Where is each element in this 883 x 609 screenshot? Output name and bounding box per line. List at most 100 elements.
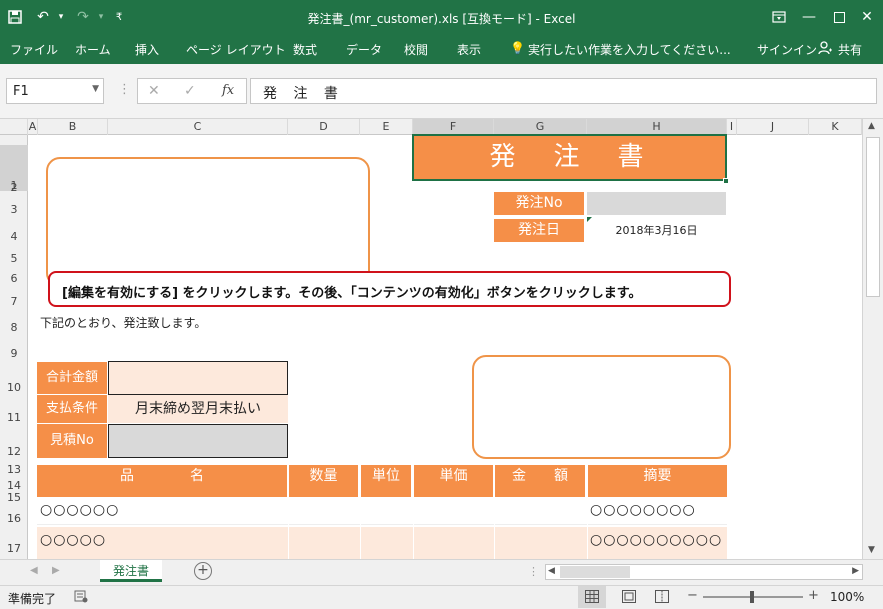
tab-data[interactable]: データ (346, 41, 382, 58)
column-header-f[interactable]: F (413, 119, 494, 135)
cancel-entry-icon[interactable]: ✕ (148, 83, 160, 99)
row-header-13[interactable]: 13 (0, 463, 28, 476)
tab-formulas[interactable]: 数式 (293, 41, 317, 58)
tab-review[interactable]: 校閲 (404, 41, 428, 58)
normal-view-button[interactable] (578, 586, 606, 608)
column-header-j[interactable]: J (737, 119, 809, 135)
sheet-tab-order[interactable]: 発注書 (100, 560, 162, 582)
row-header-11[interactable]: 11 (0, 411, 28, 424)
row-headers: 1 2 3 4 5 6 7 8 9 10 11 12 13 14 15 16 1… (0, 135, 28, 559)
col-note-header: 摘要 (588, 465, 727, 497)
zoom-slider[interactable] (703, 591, 803, 603)
note-cell[interactable]: ○○○○○○○○ (590, 502, 696, 518)
select-all-corner[interactable] (0, 119, 28, 135)
column-header-c[interactable]: C (108, 119, 288, 135)
enter-entry-icon[interactable]: ✓ (184, 83, 196, 99)
note-cell[interactable]: ○○○○○○○○○○ (590, 532, 722, 548)
tab-view[interactable]: 表示 (457, 41, 481, 58)
row-header-2[interactable]: 2 (0, 181, 28, 194)
row-header-3[interactable]: 3 (0, 203, 28, 216)
order-no-value[interactable] (587, 192, 726, 215)
fill-handle[interactable] (723, 178, 729, 184)
ribbon-display-options-icon[interactable] (768, 6, 790, 28)
next-sheet-icon[interactable]: ▶ (52, 565, 60, 576)
prev-sheet-icon[interactable]: ◀ (30, 565, 38, 576)
column-header-k[interactable]: K (809, 119, 862, 135)
table-row[interactable]: ○○○○○ ○○○○○○○○○○ (37, 527, 727, 559)
column-header-h[interactable]: H (587, 119, 727, 135)
page-break-view-icon[interactable] (655, 590, 669, 606)
zoom-level[interactable]: 100% (830, 590, 864, 604)
macro-record-icon[interactable] (74, 589, 88, 606)
tab-insert[interactable]: 挿入 (135, 41, 159, 58)
column-header-d[interactable]: D (288, 119, 360, 135)
scroll-left-icon[interactable]: ◀ (548, 566, 555, 576)
intro-text: 下記のとおり、発注致します。 (40, 316, 207, 330)
column-header-e[interactable]: E (360, 119, 413, 135)
row-header-8[interactable]: 8 (0, 321, 28, 334)
payment-terms-label: 支払条件 (37, 395, 107, 423)
column-header-b[interactable]: B (38, 119, 108, 135)
vertical-scrollbar[interactable]: ▲ ▼ (862, 119, 883, 559)
enable-editing-notice: [編集を有効にする] をクリックします。その後、「コンテンツの有効化」ボタンをク… (48, 271, 731, 307)
row-header-17[interactable]: 17 (0, 542, 28, 555)
row-header-9[interactable]: 9 (0, 347, 28, 360)
row-header-10[interactable]: 10 (0, 381, 28, 394)
tab-home[interactable]: ホーム (75, 41, 111, 58)
row-header-7[interactable]: 7 (0, 295, 28, 308)
row-header-15[interactable]: 15 (0, 491, 28, 504)
zoom-in-icon[interactable]: + (808, 588, 819, 603)
scroll-up-icon[interactable]: ▲ (868, 121, 875, 131)
tab-split-handle-icon[interactable]: ⋮ (528, 565, 539, 578)
column-header-i[interactable]: I (727, 119, 737, 135)
tab-file[interactable]: ファイル (10, 41, 58, 58)
scroll-right-icon[interactable]: ▶ (852, 566, 859, 576)
status-bar: 準備完了 − + 100% (0, 585, 883, 609)
vertical-scroll-thumb[interactable] (866, 137, 880, 297)
col-item-name-header: 品 名 (37, 465, 287, 497)
tab-page-layout[interactable]: ページ レイアウト (186, 41, 286, 58)
address-shape[interactable] (46, 157, 370, 287)
name-box-dropdown-icon[interactable]: ▼ (92, 84, 99, 94)
row-header-6[interactable]: 6 (0, 272, 28, 285)
tell-me-box[interactable]: 実行したい作業を入力してください... (528, 41, 731, 58)
signin-link[interactable]: サインイン (757, 41, 817, 58)
maximize-icon[interactable] (828, 6, 850, 28)
scroll-down-icon[interactable]: ▼ (868, 545, 875, 555)
table-col-divider (288, 497, 289, 559)
stamp-shape[interactable] (472, 355, 731, 459)
column-header-a[interactable]: A (28, 119, 38, 135)
page-layout-view-icon[interactable] (622, 590, 636, 606)
col-quantity-header: 数量 (289, 465, 358, 497)
row-header-4[interactable]: 4 (0, 230, 28, 243)
formula-input[interactable]: 発 注 書 (250, 78, 877, 104)
name-box[interactable]: F1 ▼ (6, 78, 104, 104)
table-col-divider (360, 497, 361, 559)
table-col-divider (587, 497, 588, 559)
table-col-divider (413, 497, 414, 559)
item-name-cell[interactable]: ○○○○○ (40, 532, 106, 548)
close-icon[interactable]: ✕ (856, 6, 878, 28)
minimize-icon[interactable]: — (798, 6, 820, 28)
col-unit-header: 単位 (361, 465, 411, 497)
row-header-16[interactable]: 16 (0, 512, 28, 525)
zoom-slider-thumb[interactable] (750, 591, 754, 603)
col-unit-price-header: 単価 (414, 465, 493, 497)
table-row[interactable]: ○○○○○○ ○○○○○○○○ (37, 499, 727, 525)
zoom-out-icon[interactable]: − (687, 588, 698, 603)
insert-function-icon[interactable]: fx (222, 83, 234, 98)
document-title-cell[interactable]: 発 注 書 (412, 134, 727, 181)
total-amount-value[interactable] (108, 361, 288, 395)
order-date-value[interactable]: 2018年3月16日 (587, 219, 726, 242)
row-header-12[interactable]: 12 (0, 445, 28, 458)
row-header-5[interactable]: 5 (0, 252, 28, 265)
new-sheet-icon[interactable]: + (194, 562, 212, 580)
estimate-no-value[interactable] (108, 424, 288, 458)
total-amount-label: 合計金額 (37, 362, 107, 394)
payment-terms-value[interactable]: 月末締め翌月末払い (108, 395, 288, 423)
share-button[interactable]: 共有 (838, 41, 862, 58)
item-name-cell[interactable]: ○○○○○○ (40, 502, 119, 518)
horizontal-scroll-thumb[interactable] (560, 566, 630, 578)
horizontal-scrollbar[interactable]: ◀ ▶ (545, 564, 863, 580)
column-header-g[interactable]: G (494, 119, 587, 135)
